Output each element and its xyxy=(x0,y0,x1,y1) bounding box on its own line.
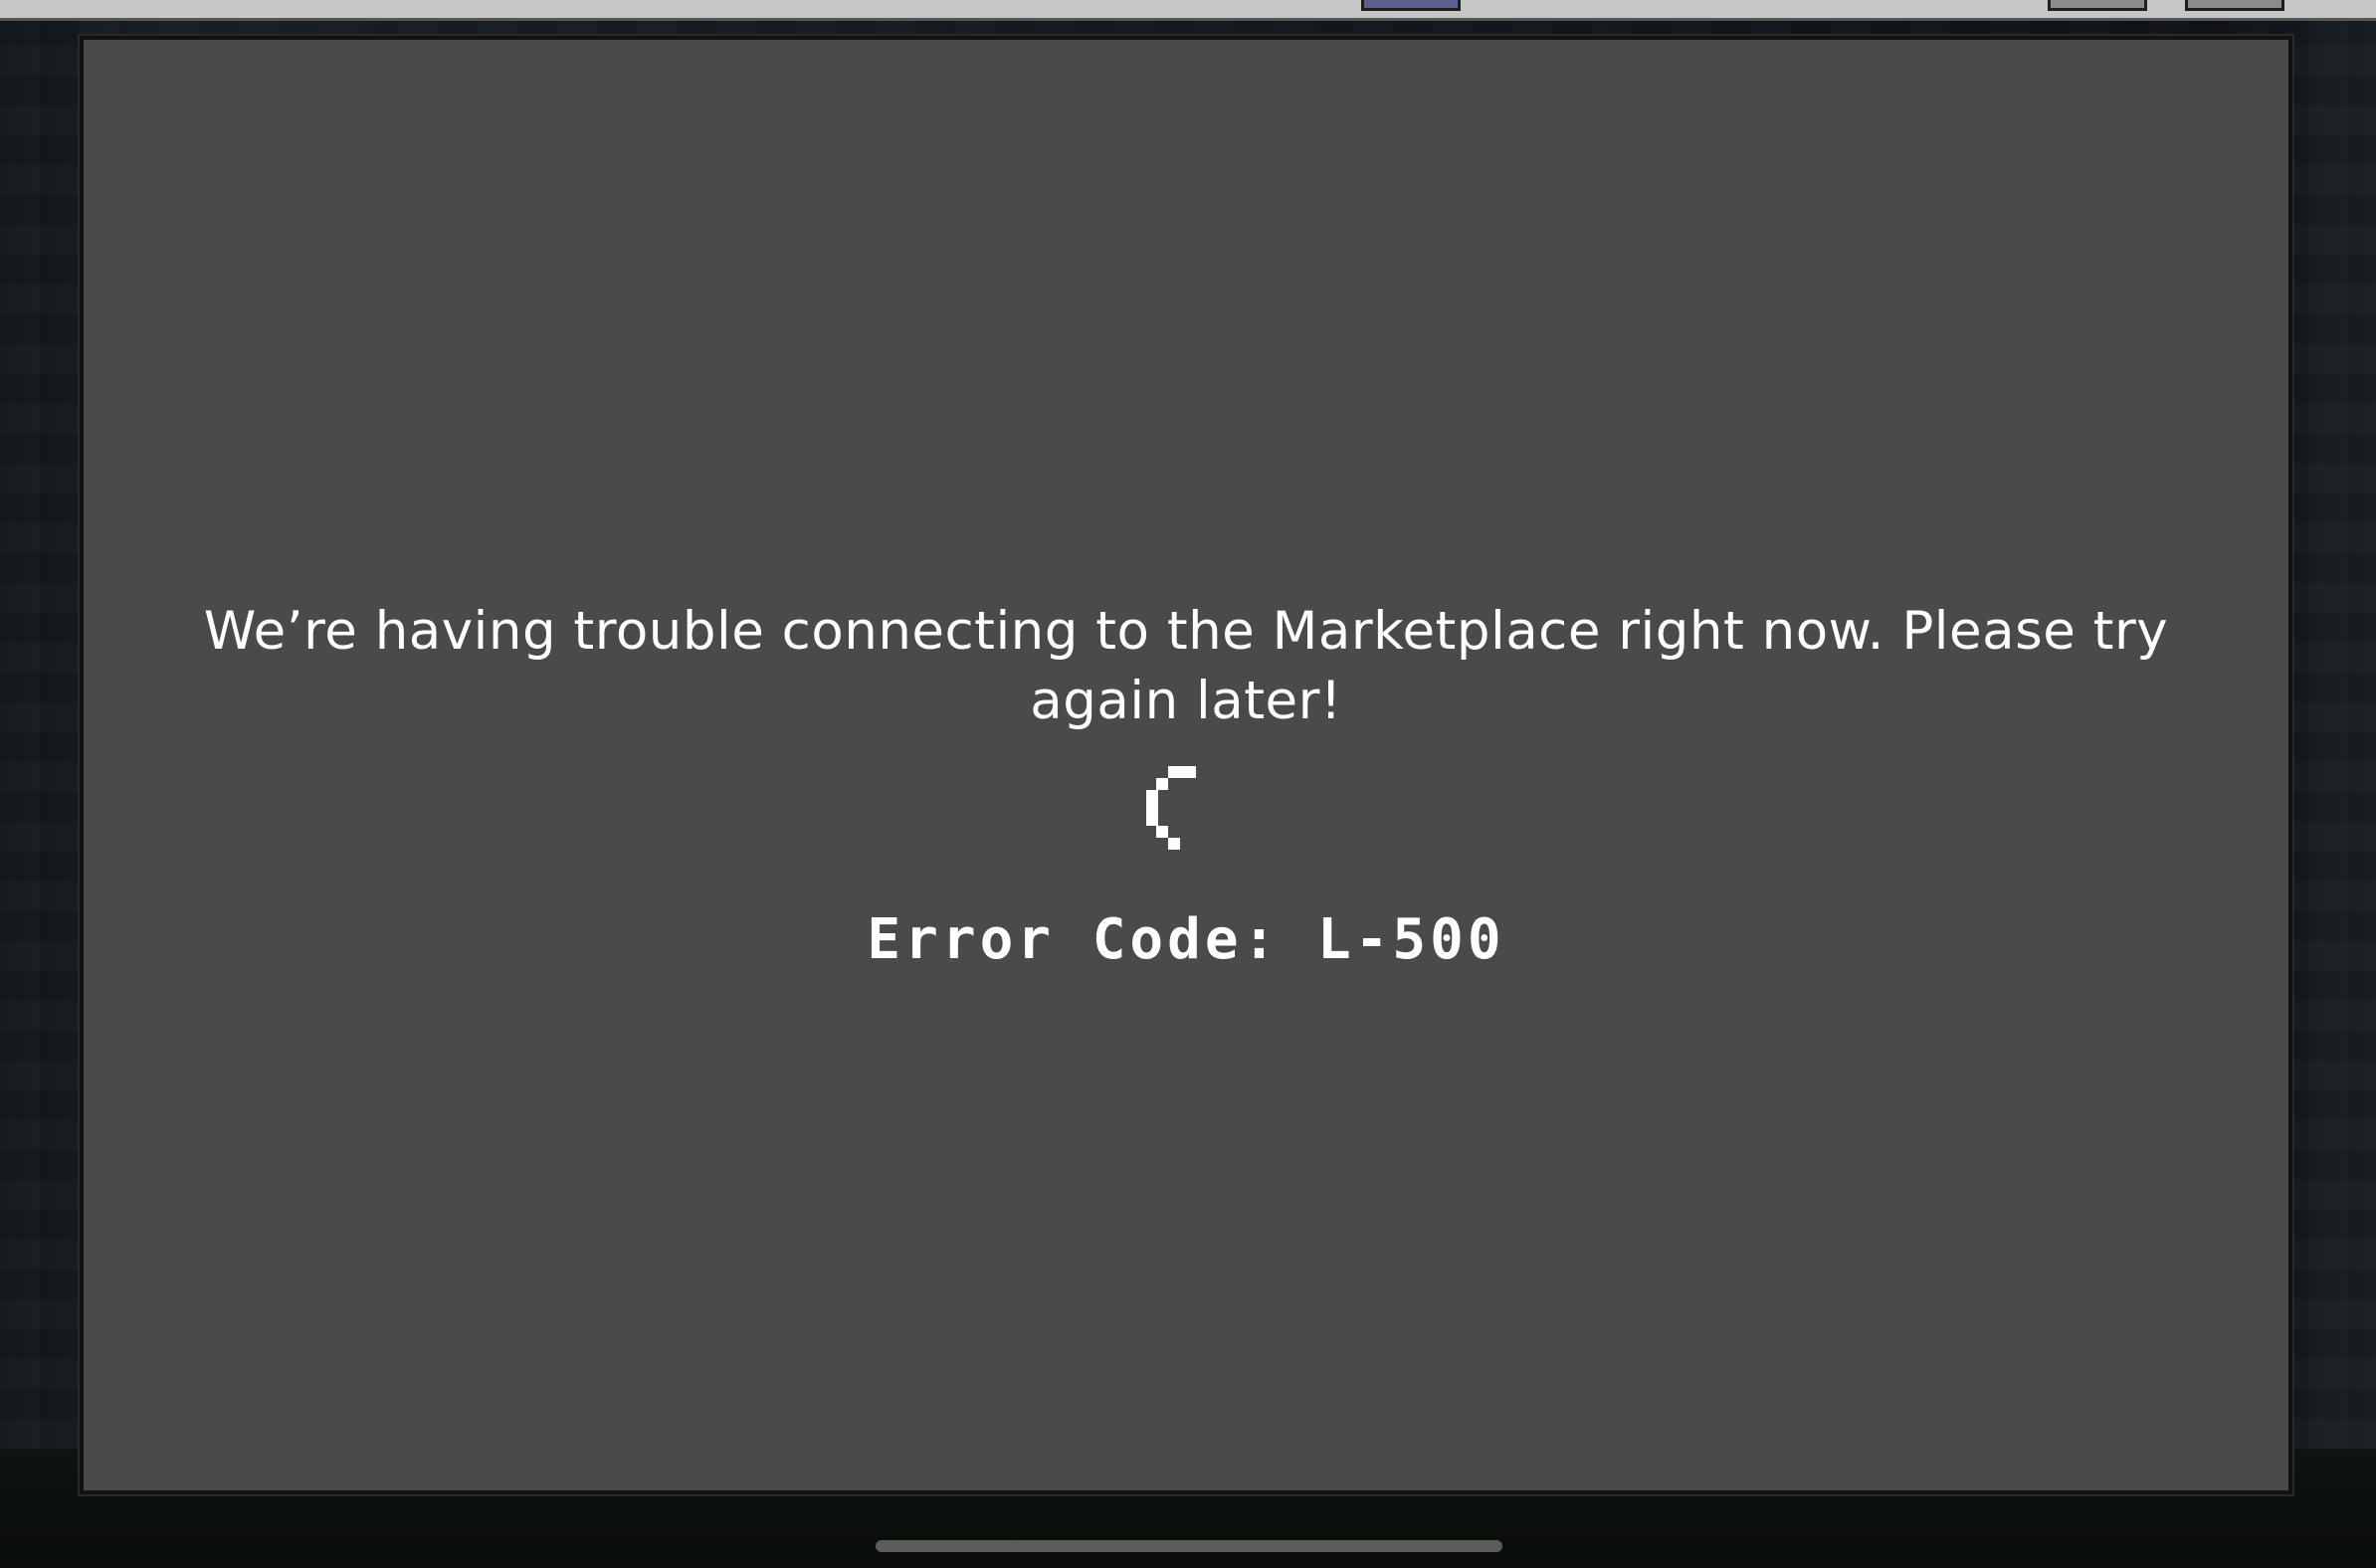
error-code: Error Code: L-500 xyxy=(867,907,1505,972)
spinner-pixel xyxy=(1146,790,1158,826)
top-tab-marketplace[interactable] xyxy=(1361,0,1461,11)
top-toolbar xyxy=(0,0,2376,21)
home-indicator[interactable] xyxy=(876,1540,1502,1552)
spinner-pixel xyxy=(1156,778,1168,790)
error-message: We’re having trouble connecting to the M… xyxy=(203,601,2169,731)
loading-spinner-icon xyxy=(1146,766,1202,854)
spinner-pixel xyxy=(1156,826,1168,838)
marketplace-error-panel: We’re having trouble connecting to the M… xyxy=(80,36,2292,1494)
top-tab-button[interactable] xyxy=(2185,0,2284,11)
game-screen: We’re having trouble connecting to the M… xyxy=(0,0,2376,1568)
spinner-pixel xyxy=(1168,838,1180,850)
spinner-pixel xyxy=(1168,766,1196,778)
top-tab-button[interactable] xyxy=(2048,0,2147,11)
